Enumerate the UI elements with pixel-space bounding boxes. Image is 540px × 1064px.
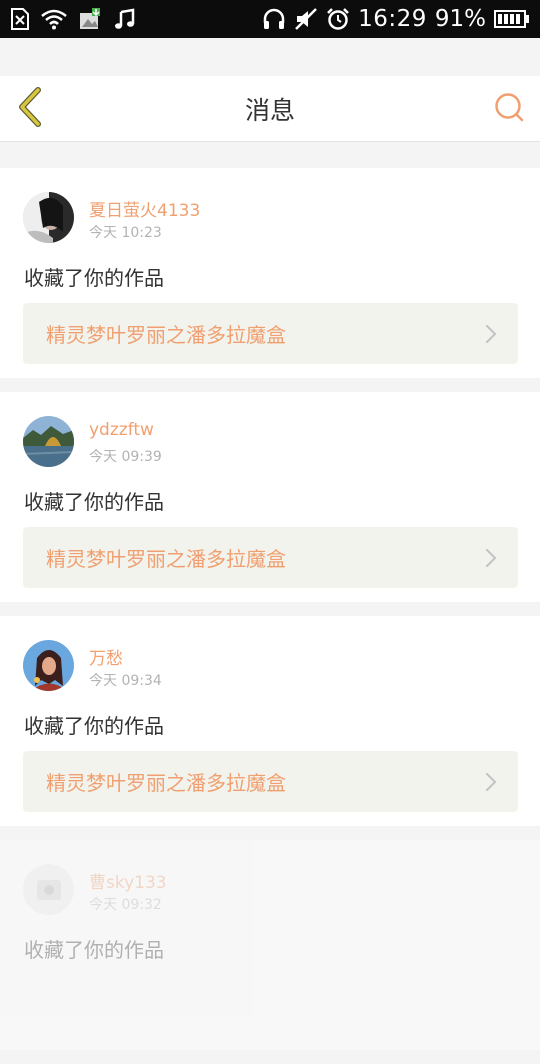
battery-percentage: 91% [434, 6, 486, 32]
action-text: 收藏了你的作品 [24, 266, 164, 290]
message-card: ydzzftw 今天 09:39 收藏了你的作品 精灵梦叶罗丽之潘多拉魔盒 [0, 392, 540, 602]
username[interactable]: ydzzftw [89, 420, 154, 440]
app-header: 消息 [0, 76, 540, 142]
back-button[interactable] [10, 84, 50, 134]
message-list: 夏日萤火4133 今天 10:23 收藏了你的作品 精灵梦叶罗丽之潘多拉魔盒 y… [0, 168, 540, 1064]
avatar[interactable] [23, 640, 74, 691]
work-title: 精灵梦叶罗丽之潘多拉魔盒 [46, 771, 286, 795]
timestamp: 今天 09:39 [89, 449, 162, 465]
avatar[interactable] [23, 192, 74, 243]
action-text: 收藏了你的作品 [24, 938, 164, 962]
chevron-right-icon [484, 323, 498, 345]
action-text: 收藏了你的作品 [24, 714, 164, 738]
headphones-icon [262, 7, 286, 31]
image-notification-icon [78, 7, 104, 31]
status-time: 16:29 [358, 6, 427, 32]
battery-icon [494, 9, 530, 29]
timestamp: 今天 09:32 [89, 897, 162, 913]
alarm-icon [326, 7, 350, 31]
search-button[interactable] [490, 90, 528, 128]
page-title: 消息 [244, 95, 295, 125]
work-title: 精灵梦叶罗丽之潘多拉魔盒 [46, 547, 286, 571]
sim-off-icon [10, 7, 30, 31]
chevron-right-icon [484, 547, 498, 569]
message-card: 夏日萤火4133 今天 10:23 收藏了你的作品 精灵梦叶罗丽之潘多拉魔盒 [0, 168, 540, 378]
wifi-icon [40, 8, 68, 30]
work-link[interactable]: 精灵梦叶罗丽之潘多拉魔盒 [23, 303, 518, 364]
status-bar-left [10, 7, 136, 31]
work-link[interactable]: 精灵梦叶罗丽之潘多拉魔盒 [23, 751, 518, 812]
avatar[interactable] [23, 864, 74, 915]
timestamp: 今天 10:23 [89, 225, 162, 241]
username[interactable]: 万愁 [89, 644, 123, 669]
work-title: 精灵梦叶罗丽之潘多拉魔盒 [46, 323, 286, 347]
username[interactable]: 曹sky133 [89, 868, 167, 893]
message-card: 曹sky133 今天 09:32 收藏了你的作品 [0, 840, 540, 1050]
avatar[interactable] [23, 416, 74, 467]
chevron-left-icon [16, 87, 44, 131]
work-link[interactable]: 精灵梦叶罗丽之潘多拉魔盒 [23, 527, 518, 588]
chevron-right-icon [484, 771, 498, 793]
timestamp: 今天 09:34 [89, 673, 162, 689]
action-text: 收藏了你的作品 [24, 490, 164, 514]
message-card: 万愁 今天 09:34 收藏了你的作品 精灵梦叶罗丽之潘多拉魔盒 [0, 616, 540, 826]
search-icon [493, 91, 525, 127]
username[interactable]: 夏日萤火4133 [89, 196, 200, 221]
status-bar: 16:29 91% [0, 0, 540, 38]
mute-icon [294, 7, 318, 31]
music-note-icon [114, 8, 136, 30]
status-bar-right: 16:29 91% [262, 6, 530, 32]
